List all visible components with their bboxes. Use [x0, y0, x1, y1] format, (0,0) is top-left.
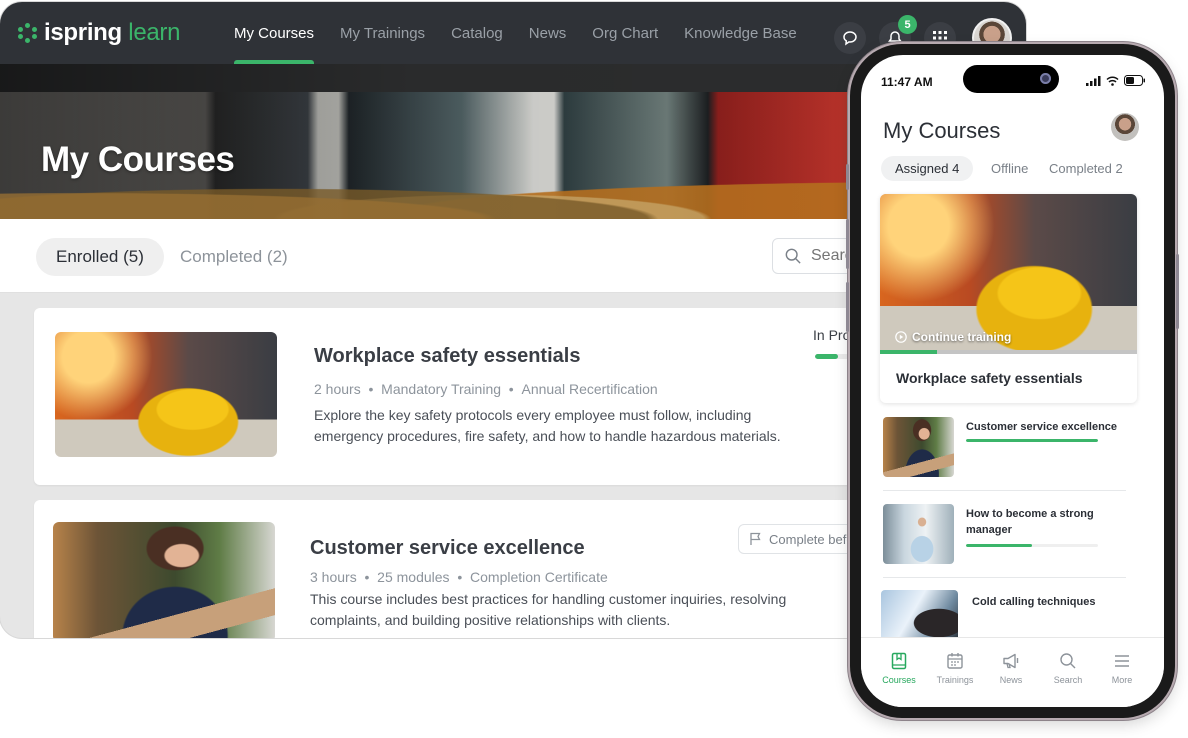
course-thumbnail-helmet[interactable] [55, 332, 277, 457]
nav-knowledge-base[interactable]: Knowledge Base [684, 2, 797, 64]
phone-user-avatar[interactable] [1111, 113, 1139, 141]
phone-page-title: My Courses [883, 118, 1001, 143]
nav-catalog[interactable]: Catalog [451, 2, 503, 64]
list-thumbnail [883, 417, 954, 477]
phone-mute-switch [846, 164, 849, 190]
search-icon [1060, 653, 1076, 669]
list-item-progress [966, 544, 1098, 547]
phone-power-button [1176, 254, 1179, 329]
course-progress-fill [815, 354, 838, 359]
phone-volume-down [846, 282, 849, 332]
notification-count-badge: 5 [898, 15, 917, 34]
mobile-device: 11:47 AM My Courses Assigned 4 Offline C… [846, 44, 1179, 718]
featured-course-card[interactable]: Continue training Workplace safety essen… [880, 194, 1137, 403]
nav-my-trainings[interactable]: My Trainings [340, 2, 425, 64]
signal-icon [1086, 75, 1101, 86]
course-title[interactable]: Workplace safety essentials [314, 345, 580, 368]
continue-training-button[interactable]: Continue training [895, 330, 1011, 344]
chat-bubble-icon [843, 31, 857, 46]
list-thumbnail [883, 504, 954, 564]
list-item-progress-fill [966, 544, 1032, 547]
course-description: This course includes best practices for … [310, 591, 787, 628]
calendar-icon [947, 653, 963, 669]
main-nav: My Courses My Trainings Catalog News Org… [234, 2, 797, 64]
megaphone-icon [1003, 653, 1019, 669]
featured-course-title: Workplace safety essentials [896, 370, 1083, 386]
status-time: 11:47 AM [881, 75, 933, 89]
course-meta: 2 hours • Mandatory Training • Annual Re… [314, 381, 658, 397]
course-thumbnail-agent[interactable] [53, 522, 275, 638]
phone-volume-up [846, 219, 849, 269]
list-item-title: Customer service excellence [966, 421, 1118, 433]
menu-icon [1115, 655, 1129, 667]
page-title: My Courses [41, 140, 235, 179]
phone-tab-offline[interactable]: Offline [977, 156, 1042, 181]
camera-icon [1040, 73, 1051, 84]
course-meta: 3 hours • 25 modules • Completion Certif… [310, 569, 608, 585]
logo-brand: ispring [44, 19, 122, 46]
nav-org-chart[interactable]: Org Chart [592, 2, 658, 64]
book-icon [891, 652, 907, 670]
phone-screen: 11:47 AM My Courses Assigned 4 Offline C… [861, 55, 1164, 707]
wifi-icon [1106, 76, 1119, 86]
phone-tab-assigned[interactable]: Assigned 4 [881, 156, 974, 181]
flag-icon [750, 532, 761, 545]
tabbar-news[interactable]: News [983, 652, 1039, 685]
dynamic-island [963, 65, 1059, 93]
list-divider [883, 577, 1126, 578]
search-icon [785, 248, 801, 264]
tab-completed[interactable]: Completed (2) [160, 238, 308, 276]
ispring-learn-logo[interactable]: ispring learn [18, 19, 180, 47]
play-circle-icon [895, 331, 907, 343]
logo-product: learn [128, 19, 181, 46]
tabbar-trainings[interactable]: Trainings [927, 652, 983, 685]
nav-news[interactable]: News [529, 2, 567, 64]
list-item-title: Cold calling techniques [972, 596, 1096, 608]
logo-mark-icon [18, 23, 38, 43]
grid-icon [933, 31, 947, 45]
phone-tab-bar: Courses Trainings News Search More [861, 637, 1164, 707]
course-title[interactable]: Customer service excellence [310, 537, 585, 560]
battery-icon [1124, 75, 1145, 86]
tabbar-search[interactable]: Search [1040, 652, 1096, 685]
nav-my-courses[interactable]: My Courses [234, 2, 315, 64]
tabbar-courses[interactable]: Courses [871, 652, 927, 685]
tab-enrolled[interactable]: Enrolled (5) [36, 238, 164, 276]
featured-progress-bar [880, 350, 1137, 354]
chat-button[interactable] [834, 22, 866, 54]
tabbar-more[interactable]: More [1094, 652, 1150, 685]
featured-progress-fill [880, 350, 937, 354]
list-item-title: How to become a strong manager [966, 508, 1094, 536]
status-icons [1086, 75, 1146, 86]
list-item-progress [966, 439, 1098, 442]
list-item-progress-fill [966, 439, 1098, 442]
course-description: Explore the key safety protocols every e… [314, 407, 781, 444]
phone-tab-completed[interactable]: Completed 2 [1035, 156, 1137, 181]
list-divider [883, 490, 1126, 491]
